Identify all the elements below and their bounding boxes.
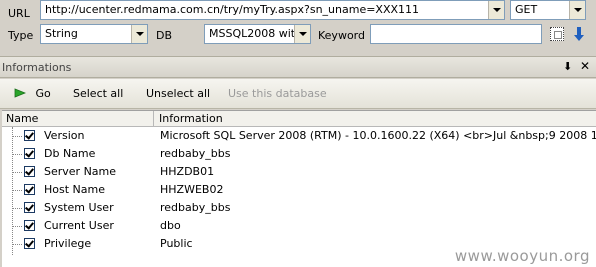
row-name: Version [44,129,85,142]
url-value: http://ucenter.redmama.com.cn/try/myTry.… [45,3,420,16]
close-icon[interactable]: ✕ [580,59,590,73]
table-row[interactable]: Host Name HHZWEB02 [2,181,596,199]
watermark: www.wooyun.org [454,247,590,265]
go-button[interactable]: Go [14,87,51,100]
go-label: Go [35,87,51,100]
row-checkbox[interactable] [24,148,35,159]
row-checkbox[interactable] [24,130,35,141]
row-info: Microsoft SQL Server 2008 (RTM) - 10.0.1… [160,129,596,142]
row-name: Privilege [44,237,92,250]
db-select[interactable]: MSSQL2008 with I [204,24,311,44]
row-name: System User [44,201,114,214]
url-label: URL [8,7,30,20]
row-name: Server Name [44,165,117,178]
row-name: Host Name [44,183,105,196]
type-dropdown-button[interactable] [131,25,147,43]
method-dropdown-button[interactable] [569,1,585,19]
row-info: HHZDB01 [160,165,215,178]
play-icon [14,88,27,98]
method-select[interactable]: GET [510,0,586,20]
row-name: Current User [44,219,114,232]
panel-title: Informations [2,61,72,74]
type-value: String [45,27,78,40]
arrow-down-icon[interactable] [572,26,586,42]
column-header-name[interactable]: Name [2,111,154,126]
row-name: Db Name [44,147,96,160]
row-checkbox[interactable] [24,166,35,177]
type-select[interactable]: String [40,24,148,44]
row-checkbox[interactable] [24,202,35,213]
panel-header: Informations ⬇ ✕ [0,56,596,78]
row-info: HHZWEB02 [160,183,224,196]
unselect-all-button[interactable]: Unselect all [146,87,210,100]
keyword-options-icon[interactable] [550,27,564,41]
row-checkbox[interactable] [24,220,35,231]
table-row[interactable]: Current User dbo [2,217,596,235]
column-header-information[interactable]: Information [155,111,596,126]
table-row[interactable]: Server Name HHZDB01 [2,163,596,181]
table-row[interactable]: Db Name redbaby_bbs [2,145,596,163]
row-info: redbaby_bbs [160,201,231,214]
method-value: GET [515,3,538,16]
row-checkbox[interactable] [24,238,35,249]
type-label: Type [8,29,34,42]
toolbar: Go Select all Unselect all Use this data… [0,79,596,109]
info-table: Name Information Version Microsoft SQL S… [2,110,596,267]
pin-icon[interactable]: ⬇ [563,60,572,73]
select-all-button[interactable]: Select all [73,87,123,100]
row-info: redbaby_bbs [160,147,231,160]
table-row[interactable]: Version Microsoft SQL Server 2008 (RTM) … [2,127,596,145]
row-checkbox[interactable] [24,184,35,195]
table-header: Name Information [2,111,596,127]
db-label: DB [156,29,173,42]
url-dropdown-button[interactable] [488,1,504,19]
use-this-database-button[interactable]: Use this database [228,87,327,100]
keyword-label: Keyword [318,29,365,42]
table-row[interactable]: System User redbaby_bbs [2,199,596,217]
url-input[interactable]: http://ucenter.redmama.com.cn/try/myTry.… [40,0,505,20]
row-info: dbo [160,219,181,232]
keyword-input[interactable] [370,24,542,44]
db-dropdown-button[interactable] [294,25,310,43]
